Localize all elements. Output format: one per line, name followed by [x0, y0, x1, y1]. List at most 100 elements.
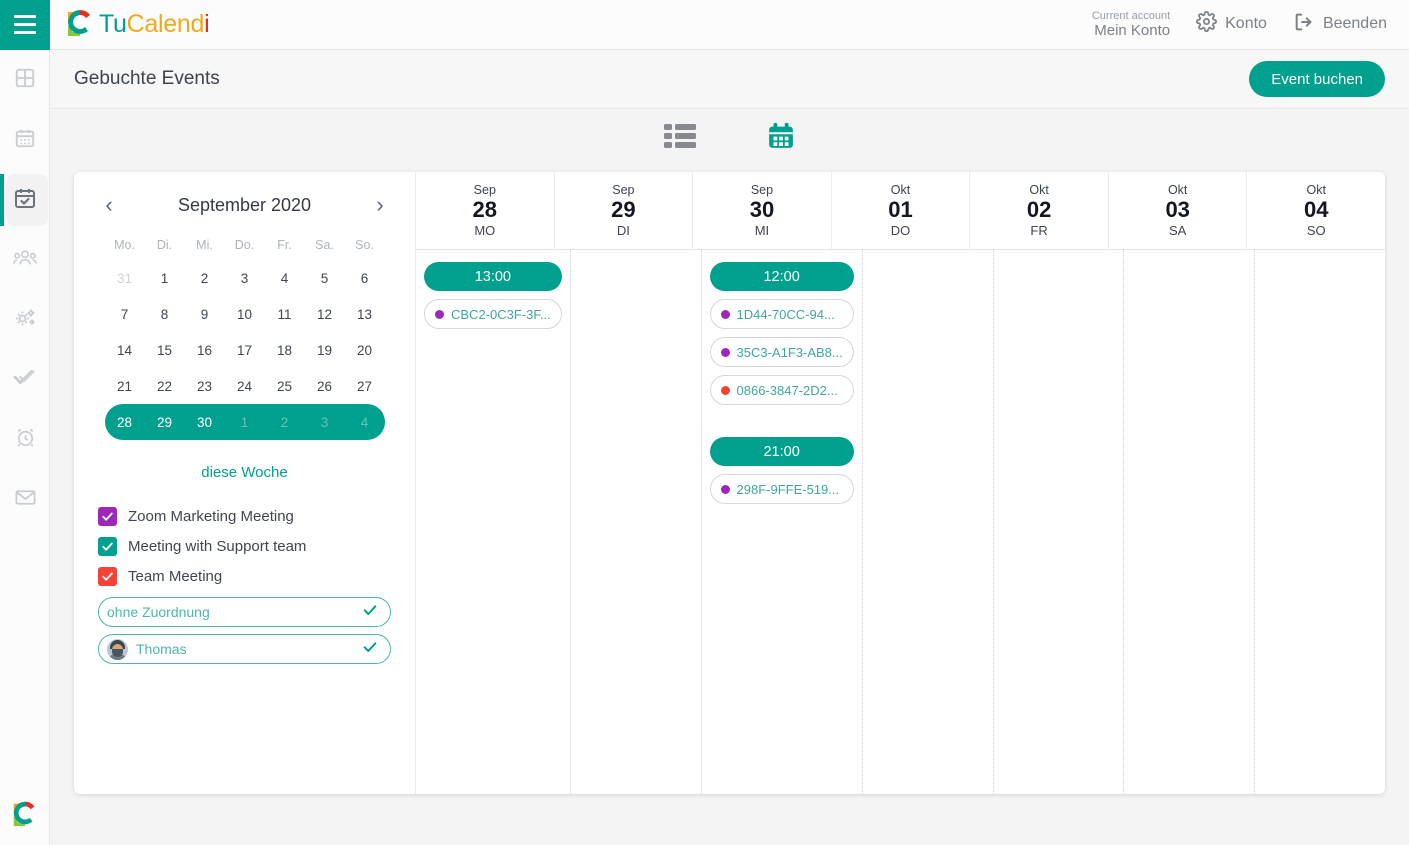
- mini-calendar-day[interactable]: 12: [305, 296, 345, 332]
- mini-calendar-day[interactable]: 23: [185, 368, 225, 404]
- mini-calendar-day[interactable]: 2: [265, 404, 305, 440]
- sidebar-item-reminders[interactable]: [0, 410, 50, 470]
- sidebar: [0, 50, 50, 845]
- mini-calendar-day[interactable]: 8: [145, 296, 185, 332]
- mini-calendar-day[interactable]: 30: [185, 404, 225, 440]
- sidebar-item-messages[interactable]: [0, 470, 50, 530]
- mini-calendar-day[interactable]: 1: [225, 404, 265, 440]
- event-type-filters: Zoom Marketing Meeting Meeting with Suppo…: [74, 507, 415, 586]
- calendar-icon: [14, 127, 36, 154]
- alarm-clock-icon: [14, 426, 37, 454]
- week-grid-body: 13:00 CBC2-0C3F-3F... 12:00 1D44-70CC-94...…: [416, 250, 1385, 794]
- mini-calendar-day[interactable]: 19: [305, 332, 345, 368]
- mini-calendar-day[interactable]: 29: [145, 404, 185, 440]
- chevron-left-icon[interactable]: ‹: [98, 194, 120, 216]
- brand-i: i: [204, 10, 209, 38]
- this-week-link[interactable]: diese Woche: [74, 464, 415, 481]
- sidebar-item-contacts[interactable]: [0, 230, 50, 290]
- sidebar-item-calendars[interactable]: [0, 110, 50, 170]
- event-item[interactable]: 1D44-70CC-94...: [710, 299, 854, 329]
- sidebar-footer-logo[interactable]: [0, 798, 50, 833]
- view-toggle-bar: [50, 109, 1409, 167]
- day-header: Okt02FR: [970, 172, 1109, 249]
- event-item[interactable]: 298F-9FFE-519...: [710, 474, 854, 504]
- hamburger-line: [14, 15, 36, 18]
- sidebar-item-dashboard[interactable]: [0, 50, 50, 110]
- mini-calendar-day[interactable]: 18: [265, 332, 305, 368]
- day-header: Okt03SA: [1109, 172, 1248, 249]
- check-icon[interactable]: [362, 602, 378, 623]
- sidebar-item-tasks[interactable]: [0, 350, 50, 410]
- calendar-view-button[interactable]: [766, 121, 796, 156]
- page-header: Gebuchte Events Event buchen: [50, 50, 1409, 109]
- hamburger-line: [14, 31, 36, 34]
- mini-calendar-day[interactable]: 25: [265, 368, 305, 404]
- mini-calendar-day[interactable]: 22: [145, 368, 185, 404]
- brand-calend: Calend: [127, 10, 204, 38]
- mini-calendar-day[interactable]: 11: [265, 296, 305, 332]
- mini-calendar-day[interactable]: 4: [345, 404, 385, 440]
- day-column: [1255, 250, 1385, 794]
- event-item[interactable]: 35C3-A1F3-AB8...: [710, 337, 854, 367]
- checkbox[interactable]: [98, 507, 117, 526]
- mini-calendar-day[interactable]: 31: [105, 260, 145, 296]
- mini-calendar-day[interactable]: 9: [185, 296, 225, 332]
- time-slot-chip[interactable]: 21:00: [710, 437, 854, 466]
- time-slot-chip[interactable]: 12:00: [710, 262, 854, 291]
- mini-calendar-day[interactable]: 13: [345, 296, 385, 332]
- brand-logo[interactable]: TuCalendi: [64, 6, 209, 43]
- mini-calendar-week-row: 2829301234: [105, 404, 385, 440]
- event-item[interactable]: 0866-3847-2D2...: [710, 375, 854, 405]
- mini-calendar-day[interactable]: 3: [225, 260, 265, 296]
- event-type-filter[interactable]: Zoom Marketing Meeting: [74, 507, 415, 526]
- week-grid: Sep28MOSep29DISep30MIOkt01DOOkt02FROkt03…: [415, 172, 1385, 794]
- event-type-label: Team Meeting: [128, 568, 222, 585]
- mini-calendar-day[interactable]: 28: [105, 404, 145, 440]
- checkbox[interactable]: [98, 537, 117, 556]
- sidebar-item-booked-events[interactable]: [0, 170, 50, 230]
- account-settings-button[interactable]: Konto: [1196, 11, 1267, 37]
- day-header: Sep28MO: [416, 172, 555, 249]
- mini-calendar-day[interactable]: 2: [185, 260, 225, 296]
- day-weekday: DI: [617, 223, 630, 238]
- person-filter[interactable]: Thomas: [98, 634, 391, 664]
- sidebar-item-settings[interactable]: [0, 290, 50, 350]
- mini-calendar-day[interactable]: 24: [225, 368, 265, 404]
- list-view-button[interactable]: [664, 123, 696, 154]
- grid-icon: [14, 67, 36, 94]
- brand-name: TuCalendi: [99, 10, 209, 39]
- person-filter[interactable]: ohne Zuordnung: [98, 597, 391, 627]
- mini-calendar-day[interactable]: 15: [145, 332, 185, 368]
- chevron-right-icon[interactable]: ›: [369, 194, 391, 216]
- person-label: ohne Zuordnung: [107, 604, 210, 620]
- mini-calendar-day[interactable]: 27: [345, 368, 385, 404]
- mini-calendar-day[interactable]: 6: [345, 260, 385, 296]
- mini-calendar-day[interactable]: 16: [185, 332, 225, 368]
- current-account[interactable]: Current account Mein Konto: [1092, 10, 1170, 40]
- mini-calendar-day[interactable]: 17: [225, 332, 265, 368]
- hamburger-menu-icon[interactable]: [0, 0, 50, 50]
- time-slot-chip[interactable]: 13:00: [424, 262, 562, 291]
- mini-calendar-day[interactable]: 1: [145, 260, 185, 296]
- check-icon[interactable]: [362, 639, 378, 660]
- weekday-header: So.: [345, 230, 385, 260]
- day-header: Okt01DO: [832, 172, 971, 249]
- logout-icon: [1293, 11, 1315, 38]
- mini-calendar-day[interactable]: 3: [305, 404, 345, 440]
- mini-calendar-day[interactable]: 4: [265, 260, 305, 296]
- mini-calendar-day[interactable]: 10: [225, 296, 265, 332]
- mini-calendar-day[interactable]: 26: [305, 368, 345, 404]
- mini-calendar-day[interactable]: 7: [105, 296, 145, 332]
- mini-calendar-day[interactable]: 5: [305, 260, 345, 296]
- checkbox[interactable]: [98, 567, 117, 586]
- event-type-filter[interactable]: Meeting with Support team: [74, 537, 415, 556]
- book-event-button[interactable]: Event buchen: [1249, 61, 1385, 97]
- event-type-filter[interactable]: Team Meeting: [74, 567, 415, 586]
- mini-calendar-day[interactable]: 14: [105, 332, 145, 368]
- people-filters: ohne Zuordnung Thomas: [74, 597, 415, 664]
- day-header: Sep29DI: [555, 172, 694, 249]
- event-item[interactable]: CBC2-0C3F-3F...: [424, 299, 562, 329]
- mini-calendar-day[interactable]: 20: [345, 332, 385, 368]
- mini-calendar-day[interactable]: 21: [105, 368, 145, 404]
- logout-button[interactable]: Beenden: [1293, 11, 1387, 38]
